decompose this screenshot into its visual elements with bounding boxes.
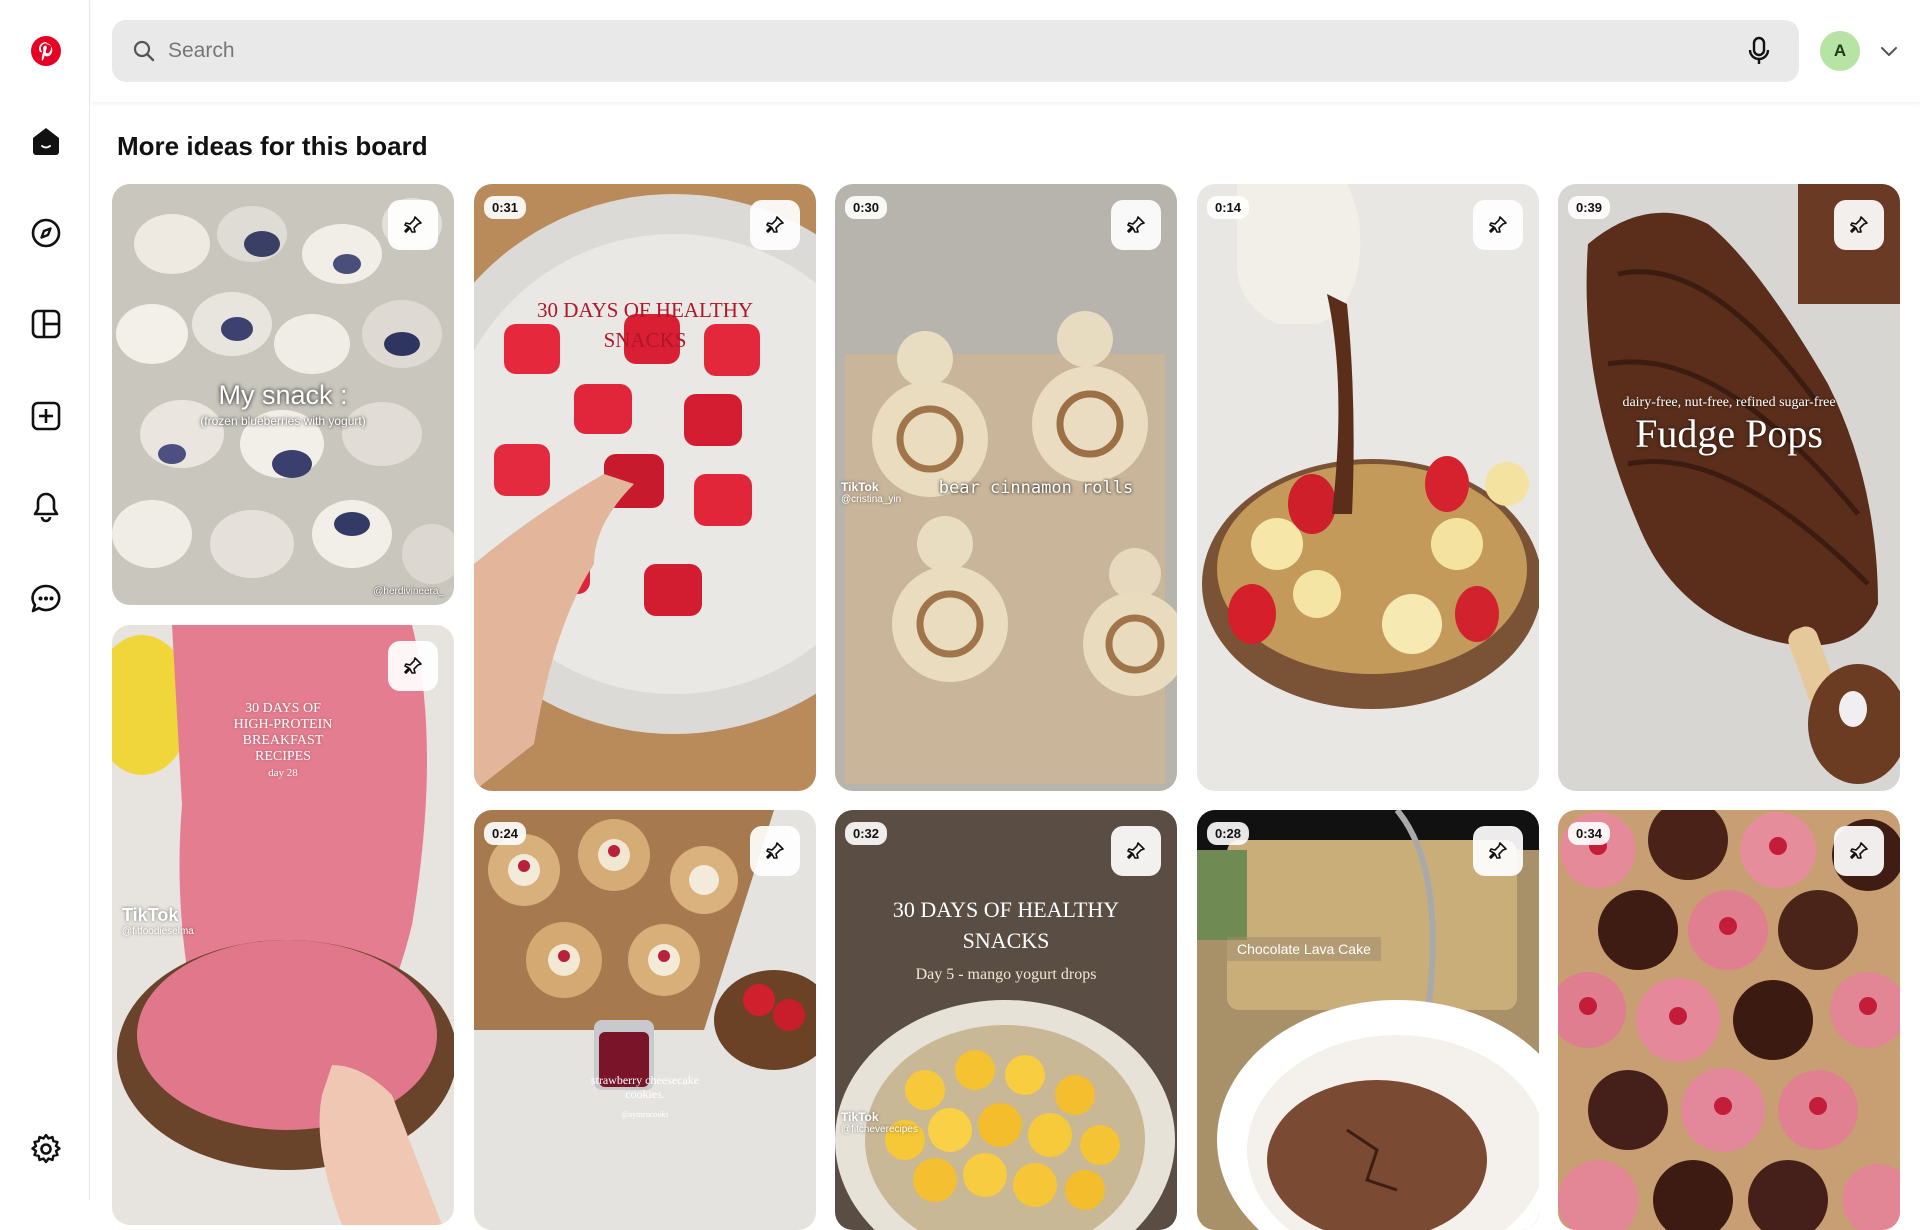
pushpin-icon xyxy=(1850,216,1868,233)
tiktok-handle: @fitcheverecipes xyxy=(841,1124,918,1135)
video-duration: 0:14 xyxy=(1207,196,1250,219)
pin-overlay-caption: strawberry cheesecake cookies. xyxy=(590,1073,700,1101)
overlay-line: 30 DAYS OF xyxy=(245,701,321,716)
bell-icon[interactable] xyxy=(22,483,70,531)
top-header: A xyxy=(91,0,1920,102)
tiktok-handle: @fitfoodieselma xyxy=(122,926,194,937)
pin-overlay-title: My snack : xyxy=(218,380,348,410)
video-duration: 0:32 xyxy=(845,822,888,845)
tiktok-watermark: TikTok @cristina_yin xyxy=(841,480,901,505)
overlay-line: BREAKFAST xyxy=(242,733,324,748)
pin-save-button[interactable] xyxy=(1111,200,1161,250)
pin-card[interactable]: 30 DAYS OF HEALTHY SNACKS Day 5 - mango … xyxy=(835,810,1177,1230)
section-title: More ideas for this board xyxy=(117,131,428,161)
pin-overlay-subtitle: dairy-free, nut-free, refined sugar-free xyxy=(1622,395,1836,410)
tiktok-brand: TikTok xyxy=(841,1110,879,1124)
pin-image xyxy=(1197,184,1539,791)
pushpin-icon xyxy=(404,657,422,674)
tiktok-watermark: TikTok @fitcheverecipes xyxy=(841,1110,918,1135)
pin-card[interactable]: My snack : (frozen blueberries with yogu… xyxy=(112,184,454,605)
microphone-icon[interactable] xyxy=(1743,35,1775,67)
pin-card[interactable]: 30 DAYS OF HIGH-PROTEIN BREAKFAST RECIPE… xyxy=(112,625,454,1225)
tiktok-brand: TikTok xyxy=(841,480,879,494)
pushpin-icon xyxy=(1489,842,1507,859)
search-icon xyxy=(132,39,156,63)
video-duration: 0:24 xyxy=(484,822,527,845)
pin-save-button[interactable] xyxy=(388,200,438,250)
pin-save-button[interactable] xyxy=(1111,826,1161,876)
pin-overlay-subtitle: Day 5 - mango yogurt drops xyxy=(915,966,1097,983)
pushpin-icon xyxy=(1850,842,1868,859)
pin-overlay-text: bear cinnamon rolls xyxy=(938,478,1134,498)
pin-card[interactable]: bear cinnamon rolls TikTok @cristina_yin … xyxy=(835,184,1177,791)
video-duration: 0:28 xyxy=(1207,822,1250,845)
pin-overlay-text: 30 DAYS OF HIGH-PROTEIN BREAKFAST RECIPE… xyxy=(112,701,454,781)
pin-save-button[interactable] xyxy=(1473,826,1523,876)
overlay-line: HIGH-PROTEIN xyxy=(233,717,333,732)
board-grid-icon[interactable] xyxy=(22,300,70,348)
pin-overlay-subtitle: (frozen blueberries with yogurt) xyxy=(200,414,366,428)
pin-card[interactable]: 0:14 xyxy=(1197,184,1539,791)
compass-icon[interactable] xyxy=(22,209,70,257)
pin-credit: @aymencooks xyxy=(621,1110,669,1119)
pushpin-icon xyxy=(766,842,784,859)
sidebar xyxy=(0,0,90,1200)
pin-card[interactable]: 30 DAYS OF HEALTHY SNACKS 0:31 xyxy=(474,184,816,791)
chevron-down-icon[interactable] xyxy=(1876,38,1902,64)
pin-save-button[interactable] xyxy=(1834,826,1884,876)
pushpin-icon xyxy=(1127,842,1145,859)
video-duration: 0:31 xyxy=(484,196,527,219)
pushpin-icon xyxy=(404,216,422,233)
pin-overlay-title: Fudge Pops xyxy=(1635,411,1823,456)
overlay-line: RECIPES xyxy=(254,749,311,764)
pin-card[interactable]: 0:34 xyxy=(1558,810,1900,1230)
pin-save-button[interactable] xyxy=(750,826,800,876)
pin-save-button[interactable] xyxy=(1473,200,1523,250)
video-duration: 0:39 xyxy=(1568,196,1611,219)
home-icon[interactable] xyxy=(22,117,70,165)
pin-card[interactable]: dairy-free, nut-free, refined sugar-free… xyxy=(1558,184,1900,791)
overlay-line: 30 DAYS OF HEALTHY xyxy=(892,897,1120,922)
avatar[interactable]: A xyxy=(1820,31,1860,71)
pin-card[interactable]: strawberry cheesecake cookies. @aymencoo… xyxy=(474,810,816,1230)
gear-icon[interactable] xyxy=(22,1125,70,1173)
overlay-line: SNACKS xyxy=(962,928,1050,953)
overlay-line: day 28 xyxy=(268,767,298,779)
pin-label: Chocolate Lava Cake xyxy=(1227,937,1381,961)
chat-icon[interactable] xyxy=(22,575,70,623)
search-bar[interactable] xyxy=(112,20,1799,82)
pin-save-button[interactable] xyxy=(388,641,438,691)
pushpin-icon xyxy=(766,216,784,233)
video-duration: 0:34 xyxy=(1568,822,1611,845)
video-duration: 0:30 xyxy=(845,196,888,219)
tiktok-handle: @cristina_yin xyxy=(841,494,902,505)
search-input[interactable] xyxy=(168,39,1668,63)
tiktok-brand: TikTok xyxy=(122,905,179,925)
pin-credit: @herdivineera_ xyxy=(373,586,444,597)
pinterest-logo-icon[interactable] xyxy=(22,27,70,75)
pin-overlay-title: 30 DAYS OF HEALTHY SNACKS xyxy=(835,894,1177,956)
tiktok-watermark: TikTok @fitfoodieselma xyxy=(122,905,194,937)
pin-save-button[interactable] xyxy=(1834,200,1884,250)
pin-card[interactable]: Chocolate Lava Cake 0:28 xyxy=(1197,810,1539,1230)
pin-image xyxy=(474,184,816,791)
pushpin-icon xyxy=(1489,216,1507,233)
pin-save-button[interactable] xyxy=(750,200,800,250)
pin-image xyxy=(1558,184,1900,791)
pushpin-icon xyxy=(1127,216,1145,233)
pin-overlay-text: 30 DAYS OF HEALTHY SNACKS xyxy=(536,298,754,352)
plus-square-icon[interactable] xyxy=(22,392,70,440)
